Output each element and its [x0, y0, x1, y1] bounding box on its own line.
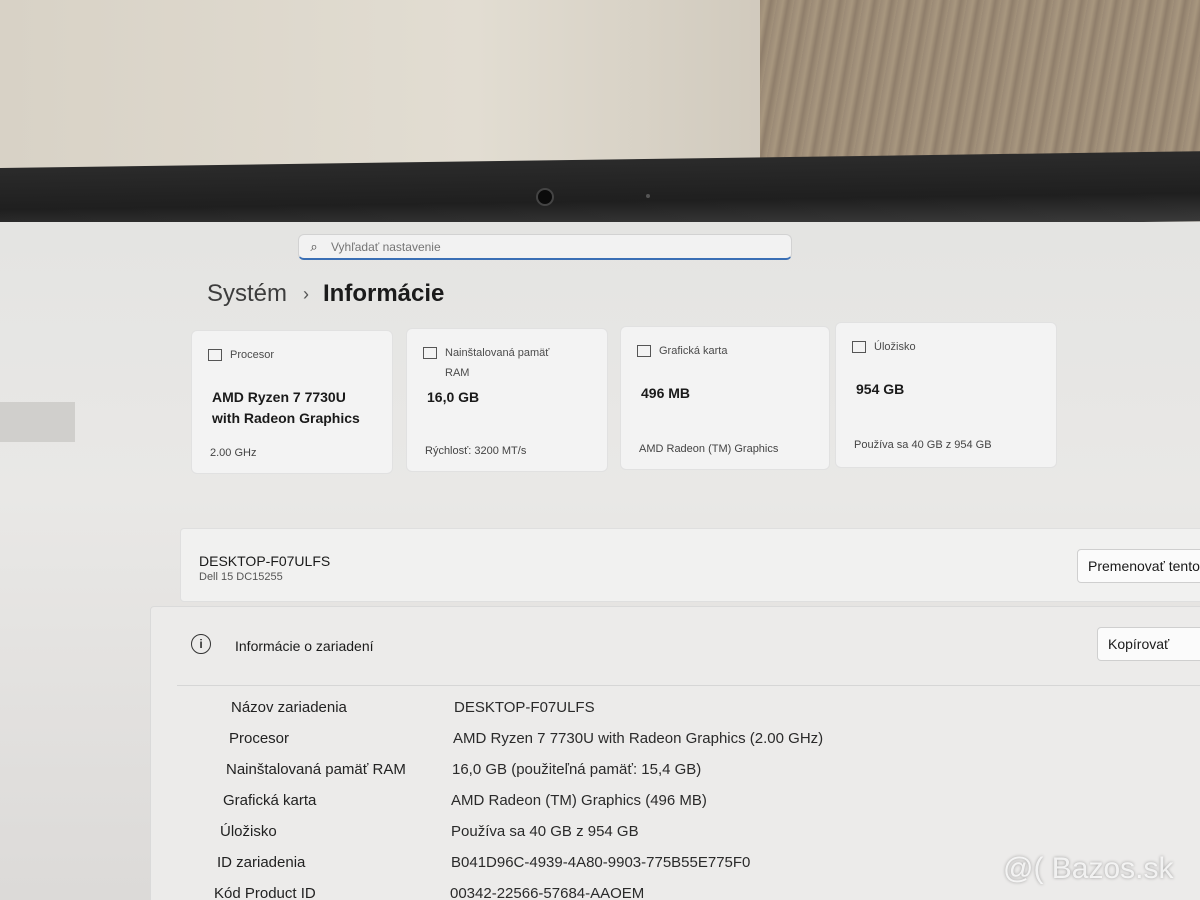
breadcrumb-parent[interactable]: Systém: [207, 280, 287, 308]
search-icon: ⌕: [310, 238, 318, 254]
info-key: Procesor: [229, 730, 290, 747]
card-value: AMD Ryzen 7 7730U with Radeon Graphics: [212, 387, 360, 429]
page-title: Informácie: [323, 280, 445, 307]
card-sub: Rýchlosť: 3200 MT/s: [425, 445, 527, 457]
device-model: Dell 15 DC15255: [199, 571, 283, 583]
card-sub: AMD Radeon (TM) Graphics: [639, 443, 779, 455]
webcam-icon: [536, 188, 554, 206]
info-icon: i: [191, 634, 211, 654]
camera-indicator: [646, 194, 650, 198]
card-storage: Úložisko 954 GB Používa sa 40 GB z 954 G…: [835, 322, 1057, 468]
watermark-logo: @( Bazos.sk: [1003, 852, 1174, 885]
card-value: 496 MB: [641, 385, 691, 401]
settings-window: ⌕ Systém › Informácie Procesor AMD Ryzen…: [0, 222, 1200, 900]
info-value: 00342-22566-57684-AAOEM: [450, 885, 645, 900]
info-key: Názov zariadenia: [231, 699, 347, 716]
storage-icon: [852, 341, 866, 353]
info-key: Úložisko: [220, 823, 277, 840]
card-processor: Procesor AMD Ryzen 7 7730U with Radeon G…: [191, 330, 393, 474]
device-name: DESKTOP-F07ULFS: [199, 553, 331, 569]
card-value: 954 GB: [856, 381, 905, 397]
info-value: 16,0 GB (použiteľná pamäť: 15,4 GB): [452, 761, 702, 778]
card-header: Úložisko: [852, 337, 916, 357]
card-ram: Nainštalovaná pamäť RAM 16,0 GB Rýchlosť…: [406, 328, 608, 472]
sidebar-hint: [0, 402, 75, 442]
info-value: Používa sa 40 GB z 954 GB: [451, 823, 639, 840]
info-key: Nainštalovaná pamäť RAM: [226, 761, 406, 778]
processor-icon: [208, 349, 222, 361]
card-label-line: RAM: [445, 367, 470, 379]
card-sub: 2.00 GHz: [210, 447, 257, 459]
card-sub: Používa sa 40 GB z 954 GB: [854, 439, 992, 451]
card-value: 16,0 GB: [427, 389, 480, 405]
copy-button[interactable]: Kopírovať: [1097, 627, 1200, 661]
device-info-title: Informácie o zariadení: [235, 638, 374, 654]
breadcrumb: Systém › Informácie: [207, 280, 444, 308]
device-info-header[interactable]: i Informácie o zariadení Kopírovať: [177, 607, 1200, 686]
graphics-card-icon: [637, 345, 651, 357]
info-value: AMD Ryzen 7 7730U with Radeon Graphics (…: [453, 730, 824, 747]
card-value-line: AMD Ryzen 7 7730U: [212, 389, 346, 405]
card-label: Procesor: [230, 349, 275, 361]
info-key: Grafická karta: [223, 792, 317, 809]
card-label: Nainštalovaná pamäť RAM: [445, 343, 549, 383]
rename-pc-button[interactable]: Premenovať tento počítač: [1077, 549, 1200, 583]
info-key: ID zariadenia: [217, 854, 306, 871]
card-graphics: Grafická karta 496 MB AMD Radeon (TM) Gr…: [620, 326, 830, 470]
info-key: Kód Product ID: [214, 885, 316, 900]
info-value: B041D96C-4939-4A80-9903-775B55E775F0: [451, 854, 751, 871]
card-value-line: with Radeon Graphics: [212, 410, 360, 426]
card-header: Grafická karta: [637, 341, 727, 361]
card-label-line: Nainštalovaná pamäť: [445, 347, 550, 359]
card-label: Úložisko: [874, 341, 916, 353]
card-header: Nainštalovaná pamäť RAM: [423, 343, 549, 383]
card-header: Procesor: [208, 345, 274, 365]
card-label: Grafická karta: [659, 345, 728, 357]
search-box[interactable]: ⌕: [298, 234, 792, 260]
info-value: DESKTOP-F07ULFS: [454, 699, 595, 716]
chevron-right-icon: ›: [303, 283, 310, 304]
memory-icon: [423, 347, 437, 359]
device-name-section: DESKTOP-F07ULFS Dell 15 DC15255 Premenov…: [180, 528, 1200, 602]
search-input[interactable]: [329, 238, 773, 255]
info-value: AMD Radeon (TM) Graphics (496 MB): [451, 792, 707, 809]
